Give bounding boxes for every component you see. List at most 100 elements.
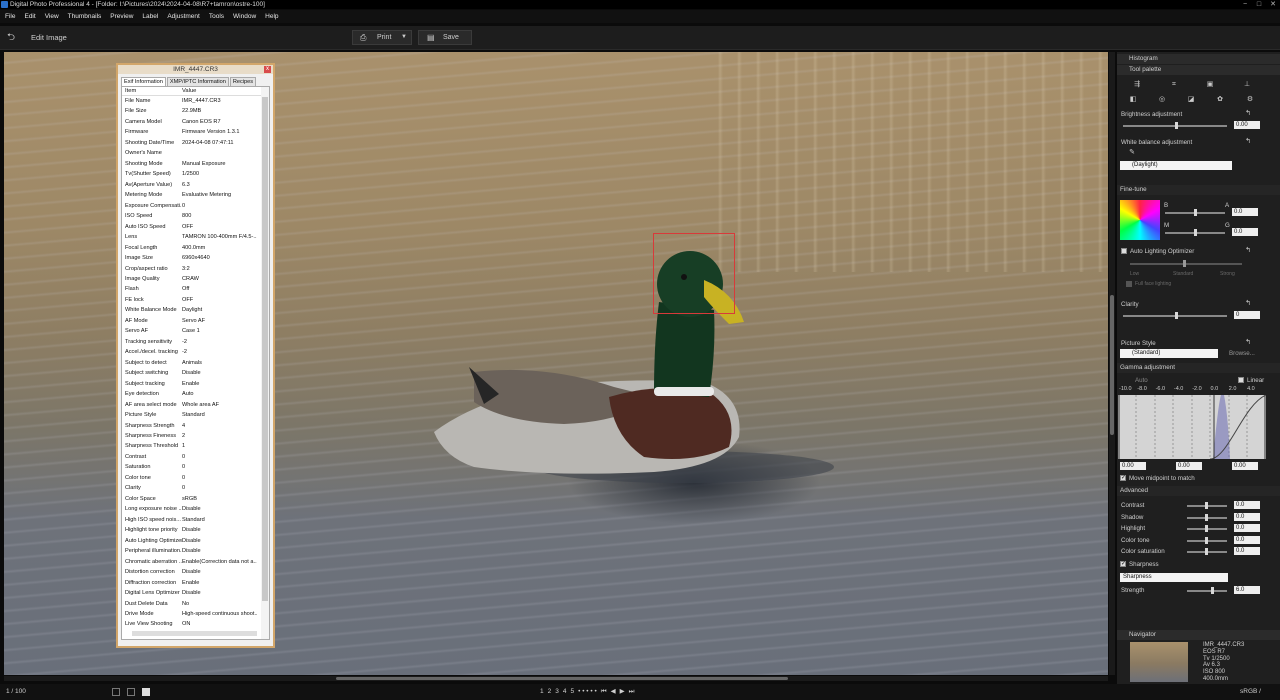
brightness-slider[interactable] <box>1123 122 1227 129</box>
nav-last-icon[interactable]: ⏭ <box>629 684 635 700</box>
exif-row[interactable]: Live View Shooting ON <box>122 619 269 629</box>
exif-row[interactable]: Color tone 0 <box>122 473 269 483</box>
close-button[interactable]: ✕ <box>1266 0 1280 9</box>
advanced-slider[interactable] <box>1187 548 1227 555</box>
brightness-value[interactable]: 0.00 <box>1234 121 1260 129</box>
menu-thumbnails[interactable]: Thumbnails <box>68 10 102 23</box>
exif-row[interactable]: Shooting Mode Manual Exposure <box>122 159 269 169</box>
menu-help[interactable]: Help <box>265 10 278 23</box>
rate-3-button[interactable]: 3 <box>555 684 559 700</box>
exif-row[interactable]: Long exposure noise ... Disable <box>122 504 269 514</box>
exif-scroll-thumb[interactable] <box>262 97 268 601</box>
menu-window[interactable]: Window <box>233 10 256 23</box>
advanced-knob[interactable] <box>1205 536 1208 544</box>
exif-row[interactable]: Focal Length 400.0mm <box>122 243 269 253</box>
exif-row[interactable]: AF Mode Servo AF <box>122 316 269 326</box>
exif-row[interactable]: Camera Model Canon EOS R7 <box>122 117 269 127</box>
menu-preview[interactable]: Preview <box>110 10 133 23</box>
exif-info-window[interactable]: IMR_4447.CR3 x Exif Information XMP/IPTC… <box>116 63 275 648</box>
exif-row[interactable]: White Balance Mode Daylight <box>122 305 269 315</box>
tab-xmp-iptc[interactable]: XMP/IPTC Information <box>166 77 229 86</box>
brightness-reset-icon[interactable]: ↰ <box>1241 110 1255 118</box>
browse-button[interactable]: Browse... <box>1229 350 1255 357</box>
advanced-value[interactable]: 0.0 <box>1234 501 1260 509</box>
gamma-curve[interactable] <box>1118 395 1266 459</box>
tab-basic-icon[interactable]: ◧ <box>1126 96 1140 104</box>
exif-row[interactable]: Owner's Name <box>122 148 269 158</box>
nav-prev-icon[interactable]: ◀ <box>611 684 616 700</box>
save-button[interactable]: ▤ Save <box>418 30 472 45</box>
gamma-header[interactable]: Gamma adjustment <box>1117 363 1280 373</box>
minimize-button[interactable]: − <box>1238 0 1252 9</box>
clarity-value[interactable]: 0 <box>1234 311 1260 319</box>
advanced-slider[interactable] <box>1187 502 1227 509</box>
nav-next-icon[interactable]: ▶ <box>620 684 625 700</box>
exif-row[interactable]: AF area select mode Whole area AF <box>122 400 269 410</box>
tab-recipes[interactable]: Recipes <box>229 77 257 86</box>
advanced-knob[interactable] <box>1205 525 1208 532</box>
rate-4-button[interactable]: 4 <box>563 684 567 700</box>
eyedropper-icon[interactable]: ✎ <box>1125 149 1139 157</box>
nav-first-icon[interactable]: ⏮ <box>601 684 607 700</box>
navigator-thumbnail[interactable] <box>1130 642 1188 682</box>
chevron-down-icon[interactable]: ▼ <box>401 31 407 44</box>
tab-exif-information[interactable]: Exif Information <box>121 77 166 86</box>
grid-view-icon[interactable] <box>112 688 120 696</box>
exif-window-title-bar[interactable]: IMR_4447.CR3 x <box>118 65 273 74</box>
single-view-icon[interactable] <box>142 688 150 696</box>
menu-adjustment[interactable]: Adjustment <box>167 10 200 23</box>
clarity-slider[interactable] <box>1123 312 1227 319</box>
basic-adjust-icon[interactable]: ⇶ <box>1130 81 1144 89</box>
clarity-knob[interactable] <box>1175 312 1178 319</box>
exif-row[interactable]: Distortion correction Disable <box>122 567 269 577</box>
exif-row[interactable]: Sharpness Fineness 2 <box>122 431 269 441</box>
menu-file[interactable]: File <box>5 10 15 23</box>
advanced-header[interactable]: Advanced <box>1117 486 1280 496</box>
image-icon[interactable]: ▣ <box>1203 81 1217 89</box>
exif-row[interactable]: Flash Off <box>122 284 269 294</box>
alo-checkbox[interactable] <box>1121 248 1127 254</box>
maximize-button[interactable]: □ <box>1252 0 1266 9</box>
color-wheel[interactable] <box>1120 200 1160 240</box>
exif-row[interactable]: Image Size 6960x4640 <box>122 253 269 263</box>
exif-row[interactable]: Av(Aperture Value) 6.3 <box>122 180 269 190</box>
strength-knob[interactable] <box>1211 587 1214 594</box>
exif-horizontal-scrollbar[interactable] <box>132 631 257 636</box>
exif-row[interactable]: Subject to detect Animals <box>122 358 269 368</box>
mg-value[interactable]: 0.0 <box>1232 228 1258 236</box>
ps-reset-icon[interactable]: ↰ <box>1241 339 1255 347</box>
advanced-slider[interactable] <box>1187 525 1227 532</box>
menu-label[interactable]: Label <box>142 10 158 23</box>
print-button[interactable]: ⎙ Print ▼ <box>352 30 412 45</box>
exif-row[interactable]: Color Space sRGB <box>122 494 269 504</box>
wb-reset-icon[interactable]: ↰ <box>1241 138 1255 146</box>
exif-row[interactable]: Chromatic aberration ... Enable(Correctio… <box>122 557 269 567</box>
exif-row[interactable]: Image Quality CRAW <box>122 274 269 284</box>
ba-value[interactable]: 0.0 <box>1232 208 1258 216</box>
ba-knob[interactable] <box>1194 209 1197 216</box>
exif-row[interactable]: Sharpness Strength 4 <box>122 421 269 431</box>
histogram-header[interactable]: Histogram <box>1117 54 1280 64</box>
stamp-icon[interactable]: ⊥ <box>1240 81 1254 89</box>
finetune-header[interactable]: Fine-tune <box>1117 185 1280 195</box>
sharpness-mode-select[interactable]: Sharpness <box>1120 573 1228 582</box>
v-scroll-thumb[interactable] <box>1110 295 1114 435</box>
picture-style-select[interactable]: (Standard) <box>1120 349 1218 358</box>
brightness-knob[interactable] <box>1175 122 1178 129</box>
exif-row[interactable]: Tracking sensitivity -2 <box>122 337 269 347</box>
move-midpoint-checkbox[interactable]: ✓ <box>1120 475 1126 481</box>
exif-row[interactable]: File Size 22.9MB <box>122 106 269 116</box>
exif-table[interactable]: Item Value File Name IMR_4447.CR3 File Siz… <box>121 86 270 640</box>
exif-row[interactable]: Servo AF Case 1 <box>122 326 269 336</box>
exif-row[interactable]: Subject tracking Enable <box>122 379 269 389</box>
ba-slider[interactable] <box>1165 209 1225 216</box>
sharpness-checkbox[interactable]: ✓ <box>1120 561 1126 567</box>
navigator-header[interactable]: Navigator <box>1117 630 1280 640</box>
gamma-mid-value[interactable]: 0.00 <box>1176 462 1202 470</box>
exif-row[interactable]: Sharpness Threshold 1 <box>122 441 269 451</box>
menu-tools[interactable]: Tools <box>209 10 224 23</box>
exif-row[interactable]: Digital Lens Optimizer Disable <box>122 588 269 598</box>
h-scroll-thumb[interactable] <box>336 677 788 680</box>
mg-slider[interactable] <box>1165 229 1225 236</box>
face-lighting-checkbox[interactable] <box>1126 281 1132 287</box>
